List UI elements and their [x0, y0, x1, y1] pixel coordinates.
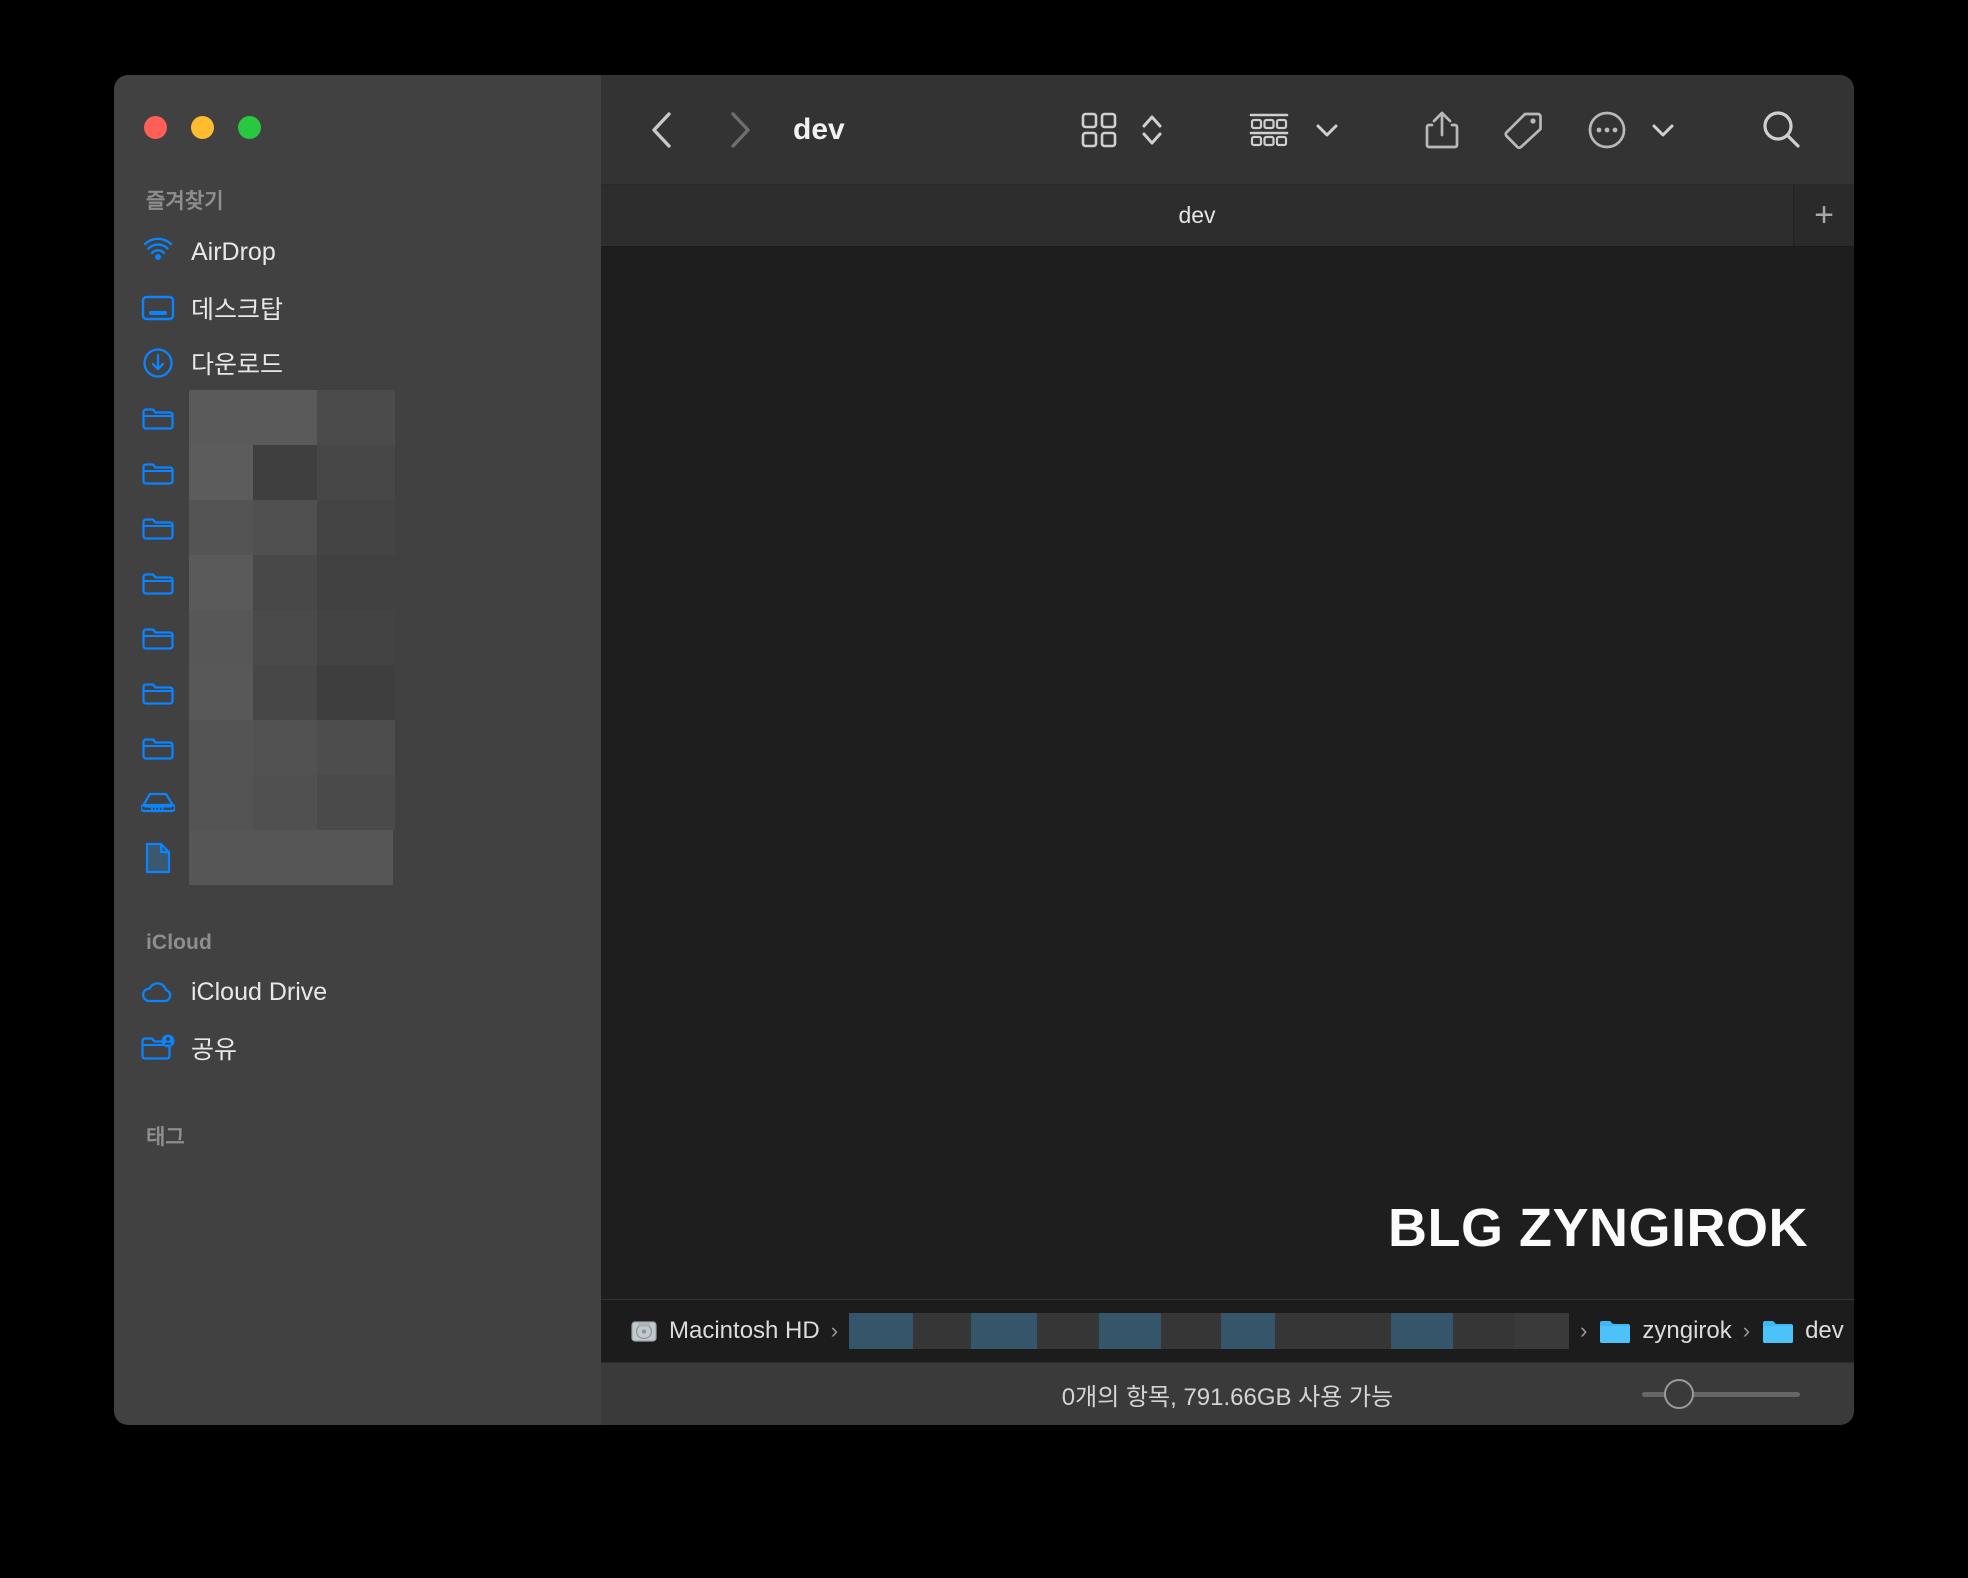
- toolbar: dev: [601, 75, 1854, 185]
- harddisk-icon: [140, 788, 176, 818]
- sidebar-item[interactable]: [114, 775, 601, 830]
- status-text: 0개의 항목, 791.66GB 사용 가능: [1061, 1383, 1394, 1411]
- status-bar: 0개의 항목, 791.66GB 사용 가능: [601, 1362, 1854, 1425]
- sidebar-item[interactable]: [114, 665, 601, 720]
- sidebar-item[interactable]: [114, 500, 601, 555]
- sidebar-section-title: 태그: [146, 1126, 185, 1149]
- sidebar-item-label: iCloud Drive: [191, 978, 328, 1006]
- group-by-button[interactable]: [1244, 102, 1294, 158]
- cloud-icon: [140, 978, 176, 1008]
- watermark-text: BLG ZYNGIROK: [1388, 1198, 1808, 1258]
- folder-icon: [140, 513, 176, 543]
- path-redacted-segments: [849, 1313, 1570, 1349]
- slider-knob[interactable]: [1664, 1379, 1694, 1409]
- folder-icon: [140, 458, 176, 488]
- back-button[interactable]: [639, 107, 685, 153]
- folder-icon: [140, 568, 176, 598]
- sidebar-item-다운로드[interactable]: 다운로드: [114, 335, 601, 390]
- sidebar-item-공유[interactable]: 공유: [114, 1020, 601, 1075]
- redacted-label: [189, 610, 395, 665]
- sidebar: 즐겨찾기 AirDrop 데스크탑 다운로드 iCloud iCloud Dri…: [114, 75, 601, 1425]
- redacted-label: [189, 830, 393, 885]
- group-by-chevron-icon[interactable]: [1310, 102, 1344, 158]
- folder-icon: [1761, 1317, 1795, 1345]
- new-tab-button[interactable]: +: [1794, 185, 1854, 246]
- path-label-dev: dev: [1805, 1317, 1844, 1344]
- sidebar-item-AirDrop[interactable]: AirDrop: [114, 225, 601, 280]
- tag-button[interactable]: [1498, 102, 1548, 158]
- path-segment-zyngirok[interactable]: zyngirok: [1598, 1317, 1732, 1345]
- path-segment-root[interactable]: Macintosh HD: [629, 1316, 820, 1346]
- more-chevron-icon[interactable]: [1646, 102, 1680, 158]
- sidebar-item[interactable]: [114, 830, 601, 885]
- folder-icon: [140, 403, 176, 433]
- icon-size-slider[interactable]: [1642, 1379, 1800, 1409]
- redacted-label: [189, 555, 395, 610]
- sidebar-item-데스크탑[interactable]: 데스크탑: [114, 280, 601, 335]
- search-button[interactable]: [1756, 102, 1808, 158]
- folder-icon: [140, 623, 176, 653]
- sidebar-item[interactable]: [114, 390, 601, 445]
- traffic-lights: [114, 75, 601, 139]
- sidebar-item-label: 다운로드: [191, 350, 284, 379]
- sidebar-item[interactable]: [114, 555, 601, 610]
- sidebar-section-title: 즐겨찾기: [146, 190, 224, 213]
- path-bar: Macintosh HD › › zyngirok › dev: [601, 1299, 1854, 1362]
- sidebar-section-title: iCloud: [146, 931, 212, 954]
- maximize-button[interactable]: [238, 116, 261, 139]
- path-segment-dev[interactable]: dev: [1761, 1317, 1844, 1345]
- forward-button[interactable]: [717, 107, 763, 153]
- minimize-button[interactable]: [191, 116, 214, 139]
- redacted-label: [189, 775, 395, 830]
- sidebar-item[interactable]: [114, 610, 601, 665]
- sidebar-item[interactable]: [114, 445, 601, 500]
- path-root-label: Macintosh HD: [669, 1317, 820, 1344]
- sidebar-item-label: 공유: [191, 1035, 238, 1064]
- redacted-label: [189, 390, 395, 445]
- path-separator-icon: ›: [1580, 1318, 1588, 1343]
- folder-icon: [140, 733, 176, 763]
- sidebar-item-label: AirDrop: [191, 238, 276, 266]
- folder-icon: [140, 678, 176, 708]
- path-separator-icon: ›: [1742, 1318, 1751, 1343]
- sidebar-item-label: 데스크탑: [191, 295, 284, 324]
- share-button[interactable]: [1420, 102, 1464, 158]
- main-pane: dev dev + BLG ZYNGIROK Macintosh HD › › …: [601, 75, 1854, 1425]
- redacted-label: [189, 665, 395, 720]
- redacted-label: [189, 720, 395, 775]
- more-button[interactable]: [1582, 102, 1632, 158]
- airdrop-icon: [140, 237, 176, 268]
- downloads-icon: [140, 347, 176, 378]
- file-list-area[interactable]: BLG ZYNGIROK: [601, 247, 1854, 1299]
- tab-dev[interactable]: dev: [601, 185, 1794, 246]
- harddisk-icon: [629, 1316, 659, 1346]
- shared-folder-icon: [140, 1033, 176, 1063]
- close-button[interactable]: [144, 116, 167, 139]
- page-title: dev: [793, 112, 845, 146]
- view-sort-stepper[interactable]: [1136, 102, 1168, 158]
- toolbar-actions: [1076, 75, 1854, 184]
- sidebar-item[interactable]: [114, 720, 601, 775]
- folder-icon: [1598, 1317, 1632, 1345]
- path-separator-icon: ›: [830, 1318, 839, 1343]
- path-label-zyngirok: zyngirok: [1642, 1317, 1732, 1344]
- redacted-label: [189, 500, 395, 555]
- document-icon: [140, 842, 176, 873]
- sidebar-item-iCloud Drive[interactable]: iCloud Drive: [114, 965, 601, 1020]
- tab-bar: dev +: [601, 185, 1854, 247]
- finder-window: 즐겨찾기 AirDrop 데스크탑 다운로드 iCloud iCloud Dri…: [114, 75, 1854, 1425]
- icon-view-button[interactable]: [1076, 102, 1122, 158]
- redacted-label: [189, 445, 395, 500]
- desktop-icon: [140, 293, 176, 323]
